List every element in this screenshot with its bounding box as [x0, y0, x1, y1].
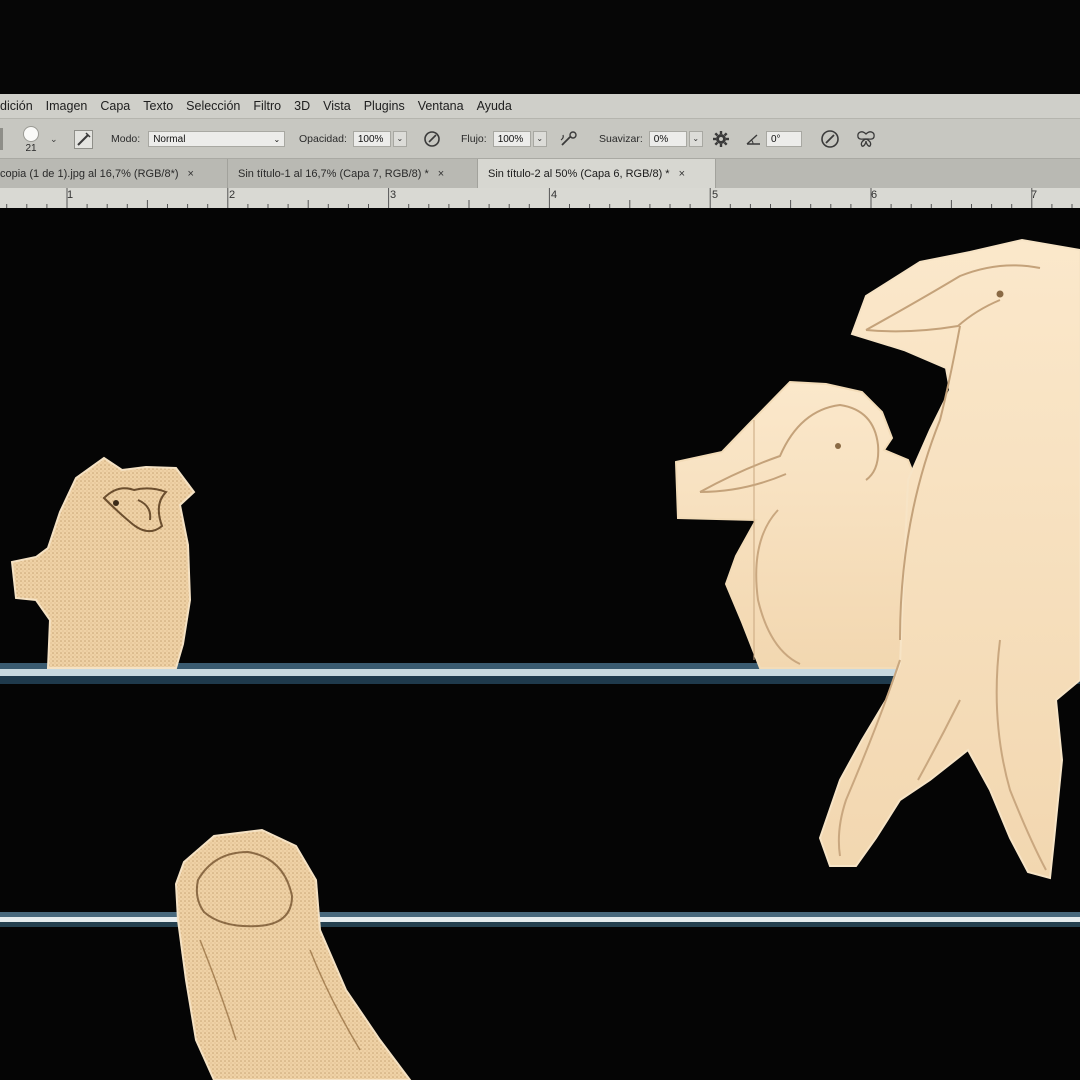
- ruler-label: 2: [229, 189, 236, 201]
- options-bar: 21 ⌄ Modo: Normal ⌄ Opacidad: 100% ⌄ Flu…: [0, 118, 1080, 159]
- monitor-bezel: [0, 0, 1080, 94]
- flow-label: Flujo:: [461, 133, 487, 145]
- menu-imagen[interactable]: Imagen: [46, 99, 88, 113]
- brush-panel-icon: [74, 129, 93, 149]
- canvas-artwork: [0, 238, 1080, 1080]
- middle-bird-cutout: [674, 380, 914, 669]
- airbrush-toggle[interactable]: [559, 119, 579, 159]
- ruler-label: 5: [712, 189, 719, 201]
- document-tab-bar: copia (1 de 1).jpg al 16,7% (RGB/8*) × S…: [0, 158, 1080, 189]
- mode-select[interactable]: Normal ⌄: [148, 131, 286, 147]
- close-icon[interactable]: ×: [188, 168, 194, 180]
- angle-input[interactable]: 0°: [766, 131, 802, 147]
- tab-label: Sin título-1 al 16,7% (Capa 7, RGB/8) *: [238, 168, 429, 180]
- tab-sin-titulo-1[interactable]: Sin título-1 al 16,7% (Capa 7, RGB/8) * …: [228, 159, 478, 189]
- opacity-input[interactable]: 100%: [352, 131, 391, 147]
- menu-edicion[interactable]: dición: [0, 99, 33, 113]
- finger-cutout: [174, 828, 412, 1080]
- opacity-dropdown[interactable]: ⌄: [392, 131, 407, 147]
- ruler-label: 4: [551, 189, 558, 201]
- menu-texto[interactable]: Texto: [143, 99, 173, 113]
- flow-dropdown[interactable]: ⌄: [532, 131, 547, 147]
- options-bar-edge: [0, 119, 6, 159]
- ruler-ticks: [6, 188, 1073, 208]
- chevron-down-icon: ⌄: [273, 135, 281, 144]
- chevron-down-icon: ⌄: [50, 133, 58, 144]
- pressure-opacity-toggle[interactable]: [423, 119, 441, 159]
- opacity-label: Opacidad:: [299, 133, 347, 145]
- pressure-size-toggle[interactable]: [820, 119, 840, 159]
- airbrush-pressure-icon: [424, 131, 440, 147]
- smoothing-input[interactable]: 0%: [648, 131, 687, 147]
- menu-ventana[interactable]: Ventana: [418, 99, 464, 113]
- smoothing-control: Suavizar: 0% ⌄: [599, 119, 703, 159]
- ruler-label: 6: [871, 189, 878, 201]
- close-icon[interactable]: ×: [679, 168, 685, 180]
- flow-control: Flujo: 100% ⌄: [461, 119, 547, 159]
- pressure-size-icon: [821, 130, 839, 148]
- smoothing-dropdown[interactable]: ⌄: [688, 131, 703, 147]
- document-canvas[interactable]: [0, 208, 1080, 1080]
- menu-filtro[interactable]: Filtro: [253, 99, 281, 113]
- tab-copia-jpg[interactable]: copia (1 de 1).jpg al 16,7% (RGB/8*) ×: [0, 159, 228, 189]
- ruler-label: 7: [1031, 189, 1038, 201]
- smoothing-label: Suavizar:: [599, 133, 643, 145]
- brush-preset-dropdown[interactable]: ⌄: [50, 119, 58, 159]
- horizontal-ruler[interactable]: 1 2 3 4 5 6 7: [0, 188, 1080, 209]
- menu-plugins[interactable]: Plugins: [364, 99, 405, 113]
- opacity-control: Opacidad: 100% ⌄: [299, 119, 407, 159]
- airbrush-icon: [560, 131, 577, 146]
- menu-ayuda[interactable]: Ayuda: [477, 99, 512, 113]
- chick-cutout: [10, 456, 196, 669]
- close-icon[interactable]: ×: [438, 168, 444, 180]
- tab-sin-titulo-2[interactable]: Sin título-2 al 50% (Capa 6, RGB/8) * ×: [478, 159, 716, 189]
- symmetry-butterfly-icon: [857, 131, 875, 147]
- tab-label: Sin título-2 al 50% (Capa 6, RGB/8) *: [488, 168, 670, 180]
- menu-capa[interactable]: Capa: [100, 99, 130, 113]
- flow-input[interactable]: 100%: [492, 131, 531, 147]
- mode-control: Modo: Normal ⌄: [111, 119, 286, 159]
- lower-wire: [0, 912, 1080, 927]
- tab-label: copia (1 de 1).jpg al 16,7% (RGB/8*): [0, 168, 179, 180]
- brush-size-value: 21: [25, 142, 37, 154]
- ruler-label: 3: [390, 189, 397, 201]
- angle-icon: [746, 134, 760, 145]
- angle-control: 0°: [746, 119, 802, 159]
- menu-3d[interactable]: 3D: [294, 99, 310, 113]
- settings-gear-icon: [713, 131, 729, 147]
- ruler-label: 1: [67, 189, 74, 201]
- brush-panel-toggle[interactable]: [74, 119, 93, 159]
- brush-preset-icon: [23, 125, 39, 142]
- symmetry-button[interactable]: [856, 119, 876, 159]
- menu-seleccion[interactable]: Selección: [186, 99, 240, 113]
- menu-bar: dición Imagen Capa Texto Selección Filtr…: [0, 94, 1080, 118]
- menu-vista[interactable]: Vista: [323, 99, 351, 113]
- mode-value: Normal: [153, 134, 186, 145]
- smoothing-settings-button[interactable]: [712, 119, 730, 159]
- brush-preset-picker[interactable]: 21: [22, 119, 40, 159]
- mode-label: Modo:: [111, 133, 141, 145]
